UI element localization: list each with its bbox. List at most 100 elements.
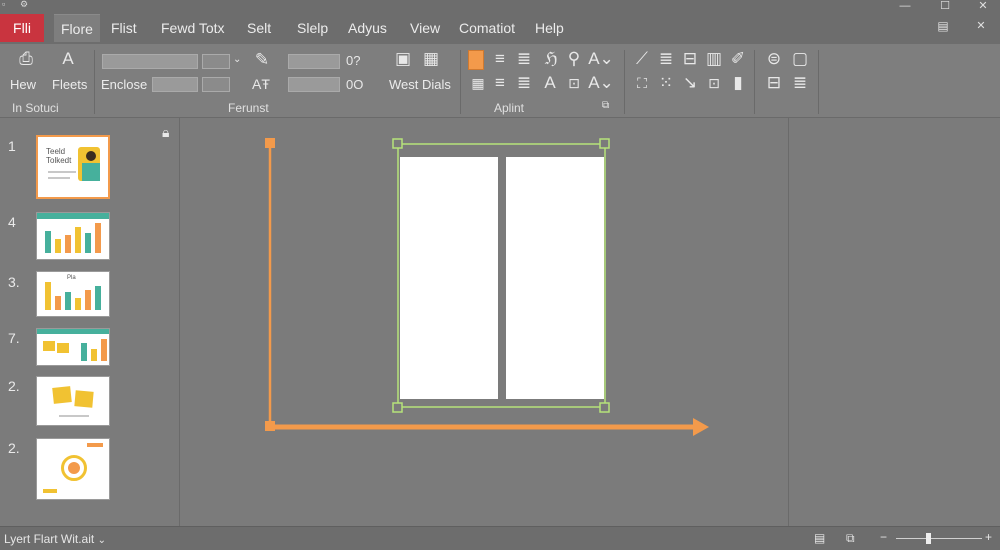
columns-icon[interactable]: ▥ — [704, 50, 724, 68]
resize-handle-bottom-right[interactable] — [599, 402, 610, 413]
list-icon[interactable]: ≣ — [656, 50, 676, 68]
new-button[interactable]: Hew — [10, 77, 36, 92]
group-icon[interactable]: ⊟ — [764, 74, 784, 92]
eyedropper-icon[interactable]: ⚲ — [564, 50, 584, 68]
crop-icon[interactable]: ⛶ — [632, 74, 652, 92]
dots-grid-icon[interactable]: ⁙ — [656, 74, 676, 92]
ribbon-display-icon[interactable]: ▤ — [928, 20, 958, 34]
zoom-slider-track[interactable] — [896, 538, 982, 539]
slide-number: 2. — [8, 378, 20, 394]
sticky-note-icon — [57, 343, 69, 353]
chart-icon[interactable]: ▮ — [728, 74, 748, 92]
highlight-field[interactable] — [202, 77, 230, 92]
enclose-button[interactable]: Enclose — [101, 77, 147, 92]
slide-number: 4 — [8, 214, 16, 230]
image-icon[interactable]: ⊡ — [564, 74, 584, 92]
text-size-icon[interactable]: A — [540, 74, 560, 92]
slide-caption: Pla — [67, 275, 76, 281]
zoom-in-icon[interactable]: + — [985, 530, 992, 544]
slide-thumbnail-5[interactable] — [36, 376, 110, 426]
frame-icon[interactable]: ▢ — [790, 50, 810, 68]
gear-icon[interactable]: ⚙ — [20, 0, 28, 10]
chart-bar — [45, 231, 51, 253]
connector-handle-top[interactable] — [265, 138, 275, 148]
font-color-field[interactable] — [152, 77, 198, 92]
slide-text-line — [48, 177, 70, 179]
font-name-field[interactable] — [102, 54, 198, 69]
tab-shelp[interactable]: Slelp — [290, 14, 335, 42]
size-value-1[interactable]: 0? — [346, 53, 360, 68]
font-size-field[interactable] — [202, 54, 230, 69]
minimize-icon[interactable]: — — [890, 0, 920, 14]
west-dials-button[interactable]: West Dials — [389, 77, 451, 92]
chart-bar — [75, 227, 81, 253]
layout-icon[interactable]: ▣ — [392, 50, 414, 68]
text-effects-icon[interactable]: AŦ — [250, 75, 272, 93]
tab-file[interactable]: Flli — [0, 14, 44, 42]
resize-handle-bottom-left[interactable] — [392, 402, 403, 413]
slide-title-line1: Teeld — [46, 147, 66, 156]
resize-handle-top-right[interactable] — [599, 138, 610, 149]
tab-home[interactable]: Flore — [54, 14, 100, 42]
lock-icon[interactable]: 🔒︎ — [162, 124, 169, 141]
align-left-icon[interactable]: ≡ — [490, 50, 510, 68]
chevron-down-icon[interactable]: ⌄ — [233, 54, 241, 65]
tab-view[interactable]: View — [403, 14, 447, 42]
justify-icon[interactable]: ≡ — [490, 74, 510, 92]
arrow-diagonal-icon[interactable]: ↘ — [680, 74, 700, 92]
close-icon[interactable]: ✕ — [968, 0, 998, 14]
rows-icon[interactable]: ≣ — [790, 74, 810, 92]
font-a-icon[interactable]: A — [56, 50, 80, 68]
tab-first[interactable]: Flist — [104, 14, 144, 42]
reading-view-icon[interactable]: ⧉ — [846, 531, 855, 546]
status-bar: Lyert Flart Wit.ait ⌄ ▤ ⧉ − + — [0, 526, 1000, 550]
tab-adjust[interactable]: Adyus — [341, 14, 394, 42]
shapes-icon[interactable]: ⊡ — [704, 74, 724, 92]
spacing-field[interactable] — [288, 54, 340, 69]
text-effects-2-icon[interactable]: A⌄ — [588, 74, 614, 92]
tab-select[interactable]: Selt — [240, 14, 278, 42]
arrange-icon[interactable]: ⊜ — [764, 50, 784, 68]
tab-text[interactable]: Fewd Totx — [154, 14, 232, 42]
slide-thumbnail-3[interactable]: Pla — [36, 271, 110, 317]
status-text[interactable]: Lyert Flart Wit.ait ⌄ — [4, 532, 106, 546]
dialog-launcher-icon[interactable]: ⧉ — [602, 100, 609, 111]
align-right-icon[interactable]: ≣ — [514, 74, 534, 92]
chart-bar — [45, 282, 51, 310]
zoom-slider-thumb[interactable] — [926, 533, 931, 544]
picture-icon[interactable]: ⊟ — [680, 50, 700, 68]
brush-icon[interactable]: ✎ — [252, 51, 272, 69]
new-slide-icon[interactable]: ⎙ — [14, 50, 38, 68]
font-color-icon[interactable]: A⌄ — [588, 50, 614, 68]
indent-field[interactable] — [288, 77, 340, 92]
chevron-down-icon[interactable]: ⌄ — [98, 535, 106, 546]
right-panel[interactable] — [506, 157, 604, 399]
illustration-body-icon — [82, 163, 100, 181]
resize-handle-top-left[interactable] — [392, 138, 403, 149]
normal-view-icon[interactable]: ▤ — [814, 531, 825, 545]
slide-thumbnail-1[interactable]: Teeld Tolkedt — [36, 135, 110, 199]
line-icon[interactable]: ⟋ — [632, 50, 652, 68]
chart-bar — [81, 343, 87, 361]
size-value-2[interactable]: 0O — [346, 77, 363, 92]
ribbon-close-icon[interactable]: ✕ — [966, 20, 996, 34]
shape-fill-icon[interactable] — [468, 50, 484, 70]
restore-icon[interactable]: ☐ — [930, 0, 960, 14]
zoom-out-icon[interactable]: − — [880, 530, 887, 544]
slide-thumbnail-6[interactable] — [36, 438, 110, 500]
tab-help[interactable]: Help — [528, 14, 571, 42]
left-panel[interactable] — [400, 157, 498, 399]
slide-canvas[interactable] — [181, 118, 788, 526]
pen-icon[interactable]: ✐ — [728, 50, 748, 68]
align-center-icon[interactable]: ≣ — [514, 50, 534, 68]
fleets-button[interactable]: Fleets — [52, 77, 87, 92]
tab-comment[interactable]: Comatiot — [452, 14, 522, 42]
grid-icon[interactable]: ▦ — [468, 74, 488, 92]
text-direction-icon[interactable]: ℌ — [540, 50, 562, 68]
slide-thumbnail-2[interactable] — [36, 212, 110, 260]
slide-thumbnail-4[interactable] — [36, 328, 110, 366]
chart-bar — [55, 296, 61, 310]
ribbon: ⎙ A Hew Fleets In Sotuci ⌄ ✎ Enclose AŦ … — [0, 44, 1000, 118]
illustration-head-icon — [86, 151, 96, 161]
table-icon[interactable]: ▦ — [420, 50, 442, 68]
